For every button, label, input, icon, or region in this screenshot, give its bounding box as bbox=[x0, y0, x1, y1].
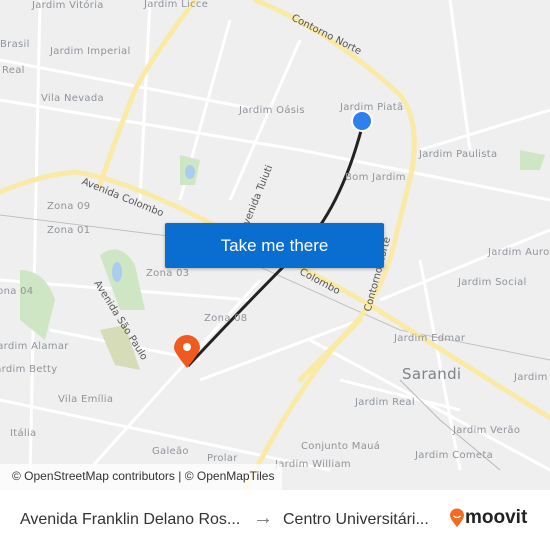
map-attribution: © OpenStreetMap contributors | © OpenMap… bbox=[0, 464, 283, 490]
route-footer: Avenida Franklin Delano Ros... → Centro … bbox=[0, 490, 550, 550]
map-label: Itália bbox=[10, 428, 37, 439]
origin-name: Avenida Franklin Delano Ros... bbox=[20, 511, 241, 528]
city-label: Sarandi bbox=[402, 365, 462, 383]
map-label: Jardim Vitória bbox=[32, 0, 104, 11]
map-label: Jardim William bbox=[275, 459, 351, 470]
map-label: Jardim Social bbox=[458, 277, 527, 288]
map-label: Jardim Piatã bbox=[340, 102, 404, 113]
map-label: Prolar bbox=[207, 453, 238, 464]
map-label: Jardim Paulista bbox=[419, 149, 498, 160]
map-label: Conjunto Mauá bbox=[301, 441, 381, 452]
map-label: Jardim Verão bbox=[453, 425, 521, 436]
map-label: Jardim Alamar bbox=[0, 341, 69, 352]
map-label: Jardim bbox=[514, 372, 548, 383]
map-label: Vila Emília bbox=[58, 394, 114, 405]
destination-name: Centro Universitári... bbox=[283, 511, 429, 528]
map-label: Zona 08 bbox=[204, 313, 248, 324]
map-label: Jardim Edmar bbox=[394, 333, 466, 344]
origin-marker[interactable] bbox=[351, 110, 373, 132]
map-label: Brasil bbox=[0, 39, 30, 50]
map[interactable]: Jardim Vitória Jardim Licce Brasil Jardi… bbox=[0, 0, 550, 490]
map-label: Galeão bbox=[152, 446, 189, 457]
take-me-there-button[interactable]: Take me there bbox=[165, 223, 384, 268]
map-label: Jardim Cometa bbox=[415, 450, 494, 461]
destination-pin-icon[interactable] bbox=[174, 335, 200, 368]
lake bbox=[185, 165, 195, 179]
map-label: Jardim Imperial bbox=[50, 46, 131, 57]
map-label: Zona 04 bbox=[0, 286, 34, 297]
moovit-logo: moovit bbox=[449, 507, 527, 529]
map-label: Vila Nevada bbox=[41, 93, 104, 104]
moovit-wordmark: moovit bbox=[465, 507, 528, 528]
map-label: Jardim Betty bbox=[0, 364, 58, 375]
map-label: Zona 03 bbox=[146, 268, 190, 279]
map-label: Bom Jardim bbox=[345, 172, 406, 183]
arrow-right-icon: → bbox=[253, 507, 273, 529]
map-label: Real bbox=[2, 65, 25, 76]
map-label: Jardim Aurora bbox=[488, 247, 550, 258]
lake bbox=[112, 262, 122, 282]
moovit-pin-icon bbox=[450, 508, 464, 527]
map-label: Jardim Real bbox=[355, 397, 415, 408]
map-label: Zona 01 bbox=[47, 225, 91, 236]
map-label: Jardim Licce bbox=[144, 0, 209, 10]
map-label: Jardim Oásis bbox=[239, 105, 305, 116]
map-label: Zona 09 bbox=[47, 201, 91, 212]
